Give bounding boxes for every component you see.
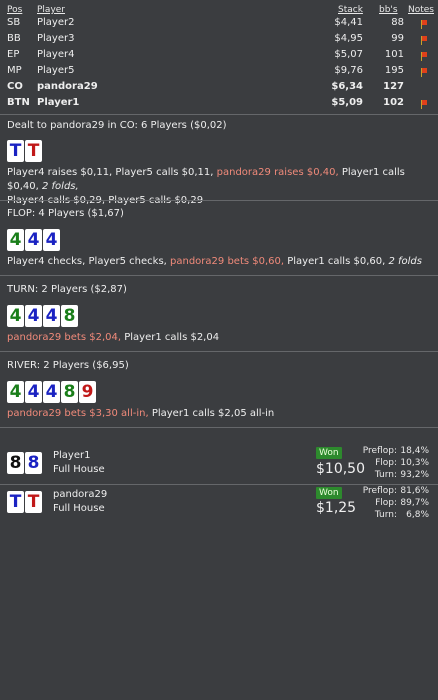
card: 4	[43, 229, 60, 251]
divider	[0, 114, 438, 115]
equity-value: 10,3%	[400, 458, 429, 468]
hero-action-text: pandora29 raises $0,40,	[216, 167, 339, 178]
player-row[interactable]: BTN Player1 $5,09 102	[7, 97, 433, 113]
card: T	[25, 491, 42, 513]
divider	[0, 427, 438, 428]
showdown-hand: Full House	[53, 464, 105, 475]
card: 4	[25, 305, 42, 327]
preflop-actions: Player4 raises $0,11, Player5 calls $0,1…	[7, 166, 433, 208]
hero-action-text: pandora29 bets $2,04,	[7, 332, 122, 343]
card: 4	[25, 381, 42, 403]
card: 8	[7, 452, 24, 474]
player-bbs: 127	[383, 81, 404, 92]
showdown-player-name: Player1	[53, 450, 91, 461]
action-text: Player1 calls $0,60,	[284, 256, 389, 267]
player-row[interactable]: SB Player2 $4,41 88	[7, 17, 433, 33]
divider	[0, 484, 438, 485]
col-stack: Stack	[338, 5, 363, 15]
col-notes: Notes	[408, 5, 434, 15]
player-row[interactable]: MP Player5 $9,76 195	[7, 65, 433, 81]
turn-actions: pandora29 bets $2,04, Player1 calls $2,0…	[7, 331, 433, 345]
action-text: Player4 raises $0,11, Player5 calls $0,1…	[7, 167, 217, 178]
note-flag-icon[interactable]	[421, 68, 427, 77]
preflop-title: Dealt to pandora29 in CO: 6 Players ($0,…	[7, 120, 227, 131]
hero-action-text: pandora29 bets $3,30 all-in,	[7, 408, 149, 419]
equity-label: Flop:	[375, 458, 397, 468]
equity-value: 93,2%	[400, 470, 429, 480]
card: 4	[25, 229, 42, 251]
action-text: Player1 calls $2,04	[121, 332, 220, 343]
flop-title: FLOP: 4 Players ($1,67)	[7, 208, 124, 219]
player-bbs: 99	[391, 33, 404, 44]
table-header: Pos Player Stack bb's Notes	[7, 5, 434, 17]
card: 4	[7, 305, 24, 327]
action-text: Player1 calls $2,05 all-in	[148, 408, 275, 419]
note-flag-icon[interactable]	[421, 52, 427, 61]
hero-action-text: pandora29 bets $0,60,	[170, 256, 285, 267]
equity-value: 81,6%	[400, 486, 429, 496]
card: 4	[43, 381, 60, 403]
player-row[interactable]: BB Player3 $4,95 99	[7, 33, 433, 49]
flop-actions: Player4 checks, Player5 checks, pandora2…	[7, 255, 433, 269]
turn-title: TURN: 2 Players ($2,87)	[7, 284, 127, 295]
divider	[0, 275, 438, 276]
card: 8	[61, 305, 78, 327]
equity-value: 89,7%	[400, 498, 429, 508]
equity-label: Turn:	[374, 510, 397, 520]
player-bbs: 101	[384, 49, 404, 60]
equity-label: Preflop:	[362, 486, 397, 496]
equity-value: 6,8%	[406, 510, 429, 520]
card: T	[7, 491, 24, 513]
note-flag-icon[interactable]	[421, 20, 427, 29]
equity-label: Flop:	[375, 498, 397, 508]
divider	[0, 351, 438, 352]
divider	[0, 200, 438, 201]
equity-label: Preflop:	[362, 446, 397, 456]
folds-text: 2 folds,	[42, 181, 79, 192]
card: 4	[43, 305, 60, 327]
river-actions: pandora29 bets $3,30 all-in, Player1 cal…	[7, 407, 433, 421]
card: 8	[25, 452, 42, 474]
note-flag-icon[interactable]	[421, 100, 427, 109]
action-text: Player4 checks, Player5 checks,	[7, 256, 171, 267]
col-player: Player	[37, 5, 66, 15]
player-row-hero[interactable]: CO pandora29 $6,34 127	[7, 81, 433, 97]
player-bbs: 88	[391, 17, 404, 28]
card: 9	[79, 381, 96, 403]
player-bbs: 195	[384, 65, 404, 76]
card: 4	[7, 229, 24, 251]
showdown-player-name: pandora29	[53, 489, 108, 500]
showdown-hand: Full House	[53, 503, 105, 514]
card: T	[7, 140, 24, 162]
equity-label: Turn:	[374, 470, 397, 480]
col-pos: Pos	[7, 5, 23, 15]
player-bbs: 102	[383, 97, 404, 108]
river-title: RIVER: 2 Players ($6,95)	[7, 360, 129, 371]
note-flag-icon[interactable]	[421, 36, 427, 45]
folds-text: 2 folds	[388, 256, 422, 267]
player-row[interactable]: EP Player4 $5,07 101	[7, 49, 433, 65]
card: T	[25, 140, 42, 162]
equity-value: 18,4%	[400, 446, 429, 456]
card: 8	[61, 381, 78, 403]
card: 4	[7, 381, 24, 403]
col-bbs: bb's	[379, 5, 398, 15]
